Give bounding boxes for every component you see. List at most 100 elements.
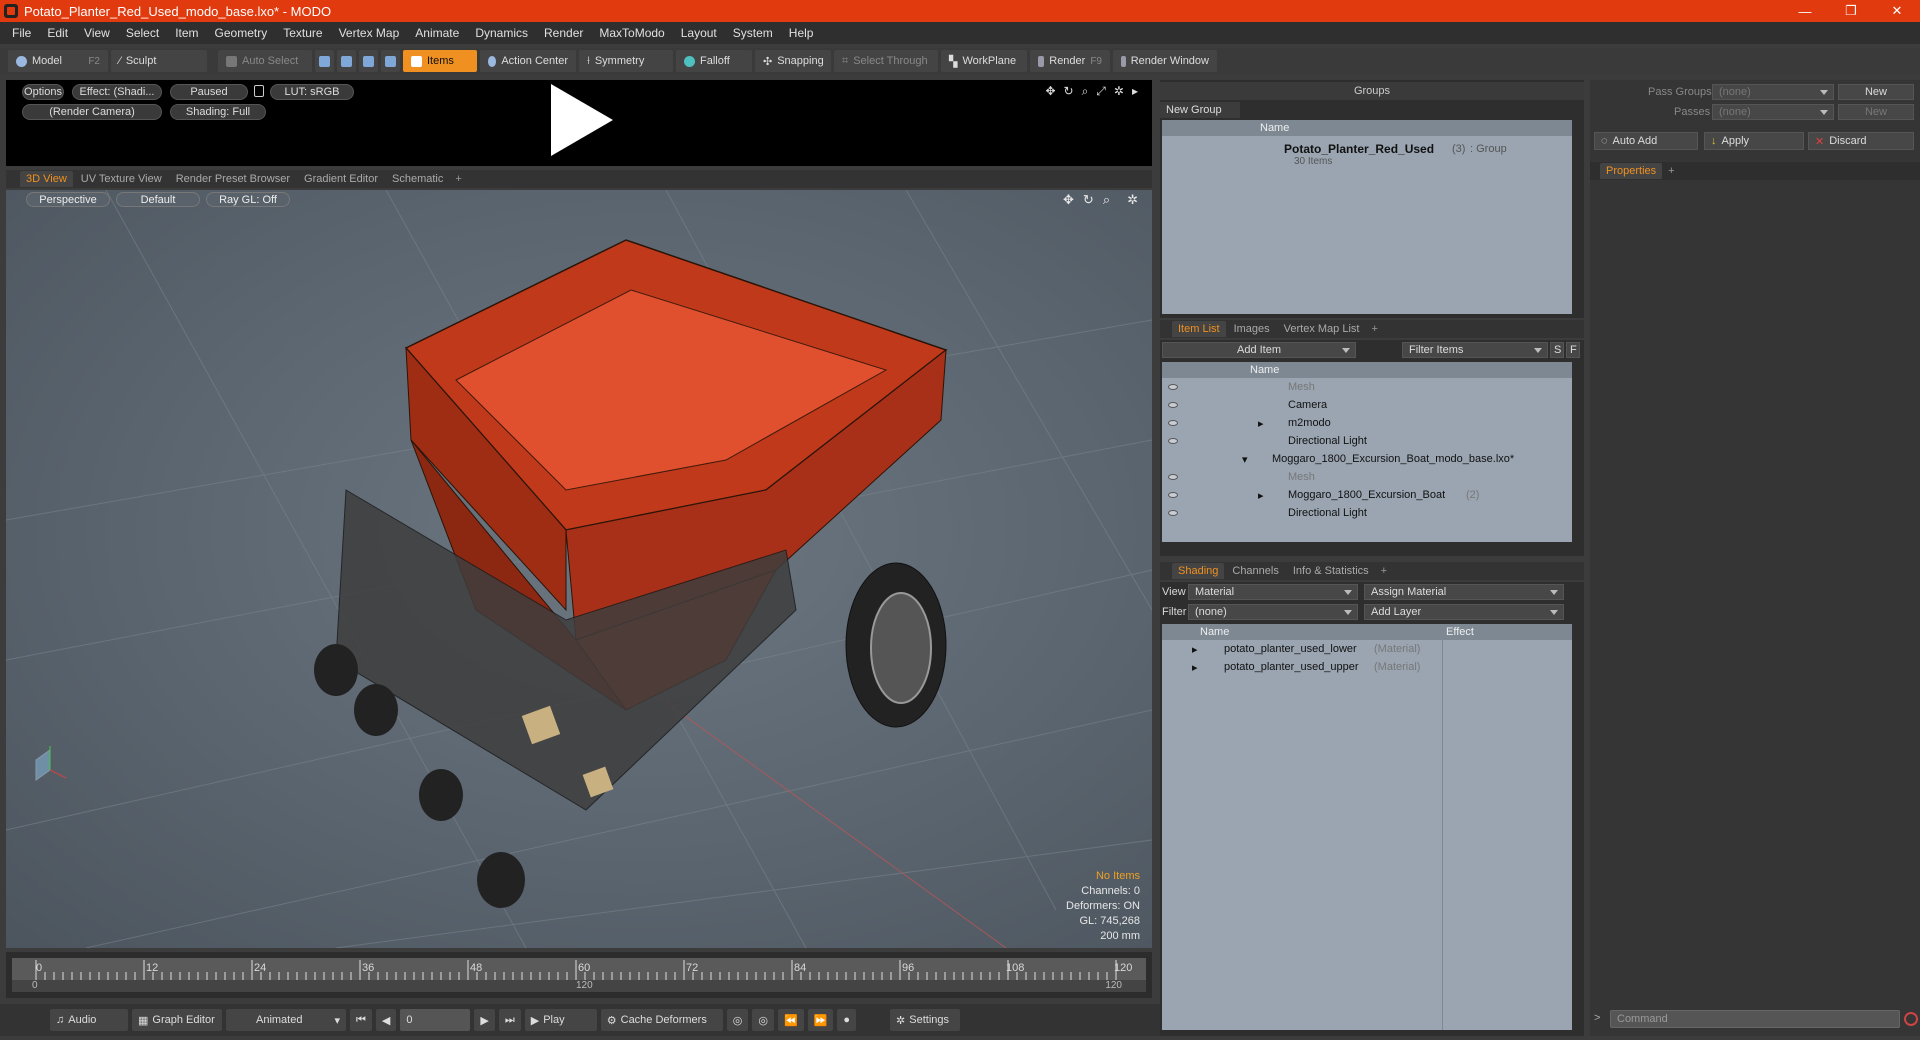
items-mode-button[interactable]: Items (403, 50, 477, 72)
render-window-button[interactable]: Render Window (1113, 50, 1217, 72)
time-range-bar[interactable]: 0 120 120 (12, 980, 1146, 992)
orbit-icon[interactable]: ↻ (1083, 192, 1094, 208)
lock-icon[interactable] (254, 85, 264, 97)
tab-3d-view[interactable]: 3D View (20, 171, 73, 187)
cache-deformers-button[interactable]: ⚙ Cache Deformers (600, 1009, 723, 1031)
tab-channels[interactable]: Channels (1226, 563, 1284, 579)
groups-list[interactable]: Name Potato_Planter_Red_Used (3) : Group… (1162, 120, 1572, 314)
preview-effect-dropdown[interactable]: Effect: (Shadi... (72, 84, 162, 100)
list-item[interactable]: Mesh (1162, 468, 1572, 486)
model-mode-button[interactable]: Model F2 (8, 50, 108, 72)
menu-animate[interactable]: Animate (407, 26, 467, 40)
tab-gradient-editor[interactable]: Gradient Editor (298, 171, 384, 187)
tab-images[interactable]: Images (1228, 321, 1276, 337)
action-center-button[interactable]: Action Center (480, 50, 576, 72)
tab-uv-texture-view[interactable]: UV Texture View (75, 171, 168, 187)
preview-shading-dropdown[interactable]: Shading: Full (170, 104, 266, 120)
menu-geometry[interactable]: Geometry (207, 26, 276, 40)
graph-editor-button[interactable]: ▦ Graph Editor (132, 1009, 222, 1031)
key-icon-2[interactable]: ◎ (752, 1009, 774, 1031)
pan-icon[interactable]: ✥ (1063, 192, 1074, 208)
filter-s-button[interactable]: S (1550, 342, 1564, 358)
select-through-button[interactable]: ⌗ Select Through (834, 50, 938, 72)
new-group-button[interactable]: New Group (1160, 102, 1240, 118)
play-button[interactable]: ▶ Play (524, 1009, 597, 1031)
fit-icon[interactable]: ⤢ (1096, 84, 1106, 99)
3d-viewport[interactable]: Perspective Default Ray GL: Off ✥ ↻ ⌕ ✲ No … (6, 190, 1152, 948)
edges-mode-button[interactable] (337, 50, 356, 72)
keyframe-next-icon[interactable]: ⏩ (807, 1009, 834, 1031)
preview-paused-button[interactable]: Paused (170, 84, 248, 100)
expand-icon[interactable]: ▸ (1258, 417, 1264, 430)
tab-item-list[interactable]: Item List (1172, 321, 1226, 337)
list-item[interactable]: ▸ Moggaro_1800_Excursion_Boat (2) (1162, 486, 1572, 504)
command-stop-icon[interactable] (1904, 1012, 1918, 1026)
pass-groups-dropdown[interactable]: (none) (1712, 84, 1834, 100)
sculpt-mode-button[interactable]: ⁄ Sculpt (111, 50, 207, 72)
viewport-settings-icon[interactable]: ✲ (1127, 192, 1138, 208)
keyframe-prev-icon[interactable]: ⏪ (777, 1009, 804, 1031)
falloff-button[interactable]: Falloff (676, 50, 752, 72)
expand-icon[interactable]: ▸ (1258, 489, 1264, 502)
materials-mode-button[interactable] (381, 50, 400, 72)
arrow-right-icon[interactable]: ▸ (1132, 84, 1138, 99)
step-forward-button[interactable]: ▶ (474, 1009, 495, 1031)
expand-icon[interactable]: ▸ (1192, 643, 1198, 656)
list-item[interactable]: Directional Light (1162, 432, 1572, 450)
record-icon[interactable]: ● (837, 1009, 857, 1031)
timeline-ruler[interactable]: 0 12 24 36 48 60 72 84 96 108 120 0 120 … (12, 958, 1146, 992)
menu-help[interactable]: Help (781, 26, 822, 40)
collapse-icon[interactable]: ▾ (1242, 453, 1248, 466)
frame-input[interactable]: 0 (400, 1009, 471, 1031)
auto-select-button[interactable]: Auto Select (218, 50, 312, 72)
raygl-toggle[interactable]: Ray GL: Off (206, 192, 290, 207)
go-start-button[interactable]: ⏮ (350, 1009, 372, 1031)
command-input[interactable]: Command (1610, 1010, 1900, 1028)
add-tab-icon[interactable]: + (1664, 165, 1678, 177)
snapping-button[interactable]: ✣ Snapping (755, 50, 831, 72)
tab-render-preset-browser[interactable]: Render Preset Browser (170, 171, 296, 187)
add-tab-icon[interactable]: + (1377, 565, 1391, 577)
menu-item[interactable]: Item (167, 26, 206, 40)
new-pass-group-button[interactable]: New (1838, 84, 1914, 100)
animated-dropdown[interactable]: Animated ▾ (226, 1009, 346, 1031)
minimize-button[interactable]: — (1782, 0, 1828, 22)
list-item[interactable]: Mesh (1162, 378, 1572, 396)
tab-properties[interactable]: Properties (1600, 163, 1663, 179)
list-item[interactable]: ▾ Moggaro_1800_Excursion_Boat_modo_base.l… (1162, 450, 1572, 468)
menu-maxtomodo[interactable]: MaxToModo (591, 26, 672, 40)
shading-default-dropdown[interactable]: Default (116, 192, 200, 207)
shader-tree[interactable]: Name Effect ▸ potato_planter_used_lower (M… (1162, 624, 1572, 1030)
list-item[interactable]: Directional Light (1162, 504, 1572, 522)
add-layer-dropdown[interactable]: Add Layer (1364, 604, 1564, 620)
menu-texture[interactable]: Texture (275, 26, 330, 40)
menu-select[interactable]: Select (118, 26, 167, 40)
tab-shading[interactable]: Shading (1172, 563, 1225, 579)
step-back-button[interactable]: ◀ (375, 1009, 397, 1031)
add-item-dropdown[interactable]: Add Item (1162, 342, 1356, 358)
menu-vertex-map[interactable]: Vertex Map (331, 26, 408, 40)
tab-vertex-map-list[interactable]: Vertex Map List (1278, 321, 1366, 337)
add-tab-icon[interactable]: + (451, 173, 465, 185)
menu-edit[interactable]: Edit (39, 26, 76, 40)
close-button[interactable]: ✕ (1874, 0, 1920, 22)
render-button[interactable]: Render F9 (1030, 50, 1110, 72)
go-end-button[interactable]: ⏭ (498, 1009, 521, 1031)
expand-icon[interactable]: ▸ (1192, 661, 1198, 674)
menu-layout[interactable]: Layout (673, 26, 725, 40)
preview-camera-dropdown[interactable]: (Render Camera) (22, 104, 162, 120)
key-icon-1[interactable]: ◎ (726, 1009, 749, 1031)
list-item[interactable]: ▸ m2modo (1162, 414, 1572, 432)
menu-dynamics[interactable]: Dynamics (467, 26, 536, 40)
discard-button[interactable]: ✕ Discard (1808, 132, 1914, 150)
menu-system[interactable]: System (725, 26, 781, 40)
list-item[interactable]: Camera (1162, 396, 1572, 414)
filter-dropdown[interactable]: (none) (1188, 604, 1358, 620)
play-icon[interactable] (551, 84, 613, 156)
preview-options-button[interactable]: Options (22, 84, 64, 100)
menu-render[interactable]: Render (536, 26, 591, 40)
filter-items-input[interactable]: Filter Items (1402, 342, 1548, 358)
tab-info-statistics[interactable]: Info & Statistics (1287, 563, 1375, 579)
perspective-dropdown[interactable]: Perspective (26, 192, 110, 207)
vertices-mode-button[interactable] (315, 50, 334, 72)
